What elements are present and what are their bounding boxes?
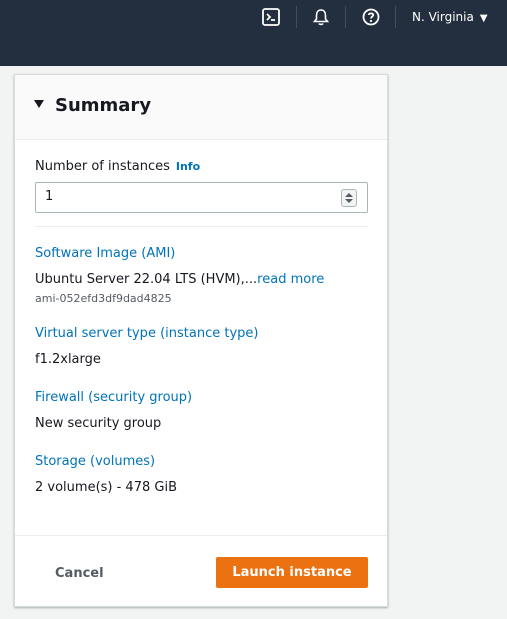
launch-instance-button[interactable]: Launch instance xyxy=(216,557,368,588)
divider xyxy=(35,226,368,227)
ami-name: Ubuntu Server 22.04 LTS (HVM),... xyxy=(35,272,258,287)
read-more-link[interactable]: read more xyxy=(257,272,324,287)
instance-type-value: f1.2xlarge xyxy=(35,352,101,367)
instance-type-link[interactable]: Virtual server type (instance type) xyxy=(35,325,258,343)
instances-field-label: Number of instances Info xyxy=(35,158,200,176)
help-icon[interactable] xyxy=(361,7,381,27)
storage-value: 2 volume(s) - 478 GiB xyxy=(35,480,177,495)
ami-value: Ubuntu Server 22.04 LTS (HVM),...read mo… xyxy=(35,271,324,289)
region-label: N. Virginia xyxy=(412,10,474,24)
info-link[interactable]: Info xyxy=(176,160,200,173)
ami-id: ami-052efd3df9dad4825 xyxy=(35,292,172,305)
region-selector[interactable]: N. Virginia ▼ xyxy=(412,8,488,26)
summary-header[interactable]: Summary xyxy=(15,75,387,140)
caret-down-icon[interactable] xyxy=(34,100,44,108)
instances-label-text: Number of instances xyxy=(35,159,170,174)
toolbar-divider xyxy=(345,6,346,28)
storage-link[interactable]: Storage (volumes) xyxy=(35,453,155,471)
cancel-button[interactable]: Cancel xyxy=(37,559,117,589)
top-navigation-bar: N. Virginia ▼ xyxy=(0,0,507,66)
footer-divider xyxy=(15,535,387,536)
bell-icon[interactable] xyxy=(311,7,331,27)
instances-input[interactable] xyxy=(45,189,335,204)
increment-icon[interactable] xyxy=(345,193,353,197)
cloudshell-icon[interactable] xyxy=(261,7,281,27)
summary-panel: Summary Number of instances Info Software… xyxy=(14,74,388,607)
summary-title: Summary xyxy=(55,95,152,116)
decrement-icon[interactable] xyxy=(345,199,353,203)
instances-input-box xyxy=(35,182,368,213)
firewall-value: New security group xyxy=(35,416,162,431)
toolbar-divider xyxy=(395,6,396,28)
caret-down-icon: ▼ xyxy=(479,13,488,24)
ami-link[interactable]: Software Image (AMI) xyxy=(35,245,175,263)
number-stepper[interactable] xyxy=(341,189,357,207)
toolbar-divider xyxy=(296,6,297,28)
firewall-link[interactable]: Firewall (security group) xyxy=(35,389,192,407)
